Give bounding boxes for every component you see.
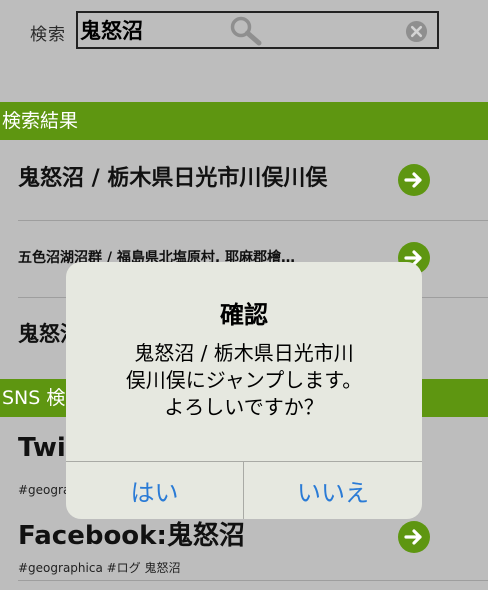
result-row[interactable]: 鬼怒沼 / 栃木県日光市川俣川俣 (18, 140, 470, 220)
sns-title: Facebook:鬼怒沼 (18, 521, 245, 551)
search-icon (230, 16, 262, 46)
row-divider (18, 580, 488, 581)
search-box[interactable] (76, 11, 439, 49)
sns-tags: #geographica #ログ 鬼怒沼 (18, 561, 181, 575)
arrow-right-icon[interactable] (398, 164, 430, 196)
yes-button[interactable]: はい (66, 462, 243, 519)
result-title: 鬼怒沼 / 栃木県日光市川俣川俣 (18, 166, 328, 191)
results-section-header: 検索結果 (0, 102, 488, 140)
search-input[interactable] (80, 17, 330, 43)
dialog-title: 確認 (220, 301, 268, 329)
dialog-message-line: 鬼怒沼 / 栃木県日光市川 (134, 341, 354, 365)
arrow-right-icon[interactable] (398, 521, 430, 553)
dialog-message-line: 俣川俣にジャンプします。 (125, 368, 363, 392)
dialog-message: 鬼怒沼 / 栃木県日光市川 俣川俣にジャンプします。 よろしいですか？ (66, 340, 422, 421)
search-label: 検索 (30, 25, 66, 45)
clear-icon[interactable] (405, 20, 428, 43)
no-button[interactable]: いいえ (244, 462, 422, 519)
search-bar: 検索 (0, 0, 488, 62)
confirm-dialog: 確認 鬼怒沼 / 栃木県日光市川 俣川俣にジャンプします。 よろしいですか？ は… (66, 262, 422, 519)
dialog-message-line: よろしいですか？ (164, 395, 324, 419)
